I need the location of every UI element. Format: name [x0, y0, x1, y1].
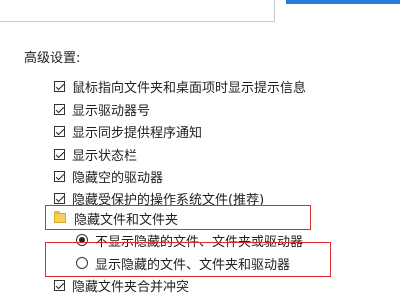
option-label: 隐藏空的驱动器: [72, 170, 164, 186]
checkbox-icon[interactable]: [54, 279, 65, 291]
option-label: 鼠标指向文件夹和桌面项时显示提示信息: [72, 80, 307, 96]
option-hide-empty-drives[interactable]: 隐藏空的驱动器: [54, 166, 163, 186]
option-label: 隐藏文件夹合并冲突: [72, 279, 190, 295]
top-input-field[interactable]: [0, 0, 275, 22]
checkbox-icon[interactable]: [54, 103, 65, 115]
checkbox-icon[interactable]: [54, 170, 65, 182]
option-label: 显示同步提供程序通知: [72, 125, 203, 141]
option-show-tooltip[interactable]: 鼠标指向文件夹和桌面项时显示提示信息: [54, 76, 306, 96]
top-accent-button[interactable]: [286, 0, 400, 4]
checkbox-icon[interactable]: [54, 192, 65, 204]
highlight-box-group: [45, 205, 311, 230]
highlight-box-show-hidden: [45, 242, 331, 277]
checkbox-icon[interactable]: [54, 125, 65, 137]
checkbox-icon[interactable]: [54, 80, 65, 92]
option-status-bar[interactable]: 显示状态栏: [54, 144, 137, 164]
option-hide-folder-merge-conflicts[interactable]: 隐藏文件夹合并冲突: [54, 275, 189, 295]
option-sync-notifications[interactable]: 显示同步提供程序通知: [54, 121, 202, 141]
option-show-drive-letters[interactable]: 显示驱动器号: [54, 99, 150, 119]
option-label: 显示状态栏: [72, 148, 138, 164]
advanced-settings-heading: 高级设置:: [24, 51, 81, 66]
option-label: 显示驱动器号: [72, 103, 151, 119]
checkbox-icon[interactable]: [54, 148, 65, 160]
